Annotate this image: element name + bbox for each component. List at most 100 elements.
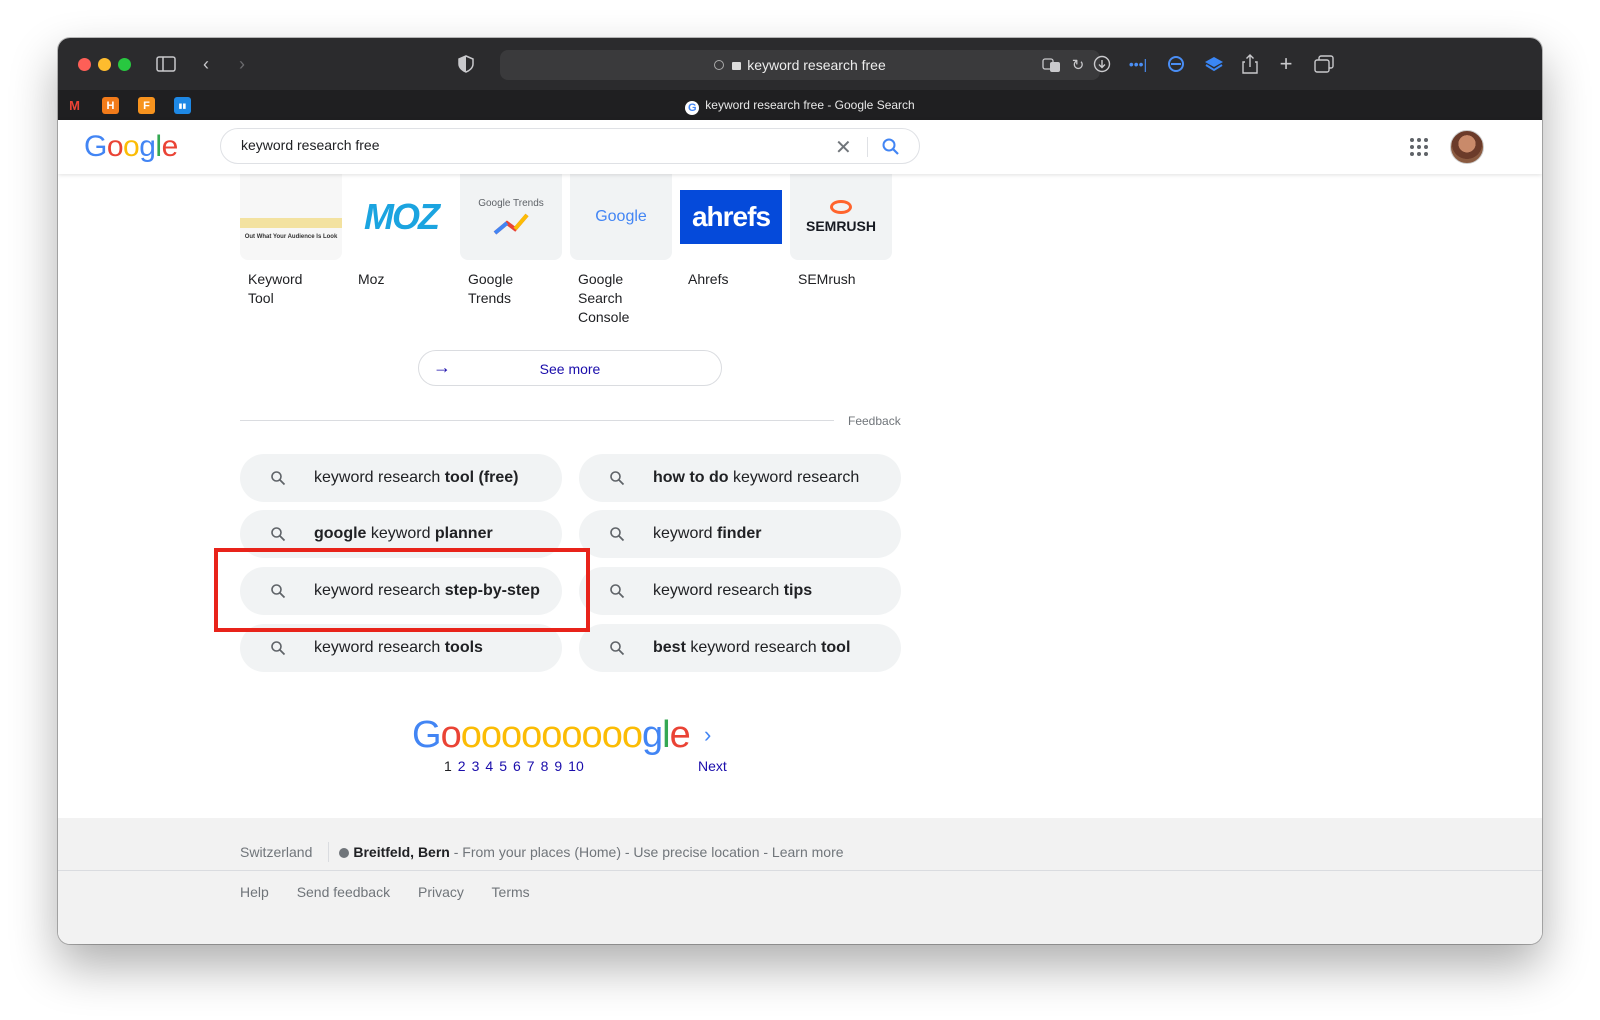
search-icon[interactable] (881, 137, 901, 157)
related-search-item[interactable]: keyword research step-by-step (240, 567, 562, 615)
location-details[interactable]: - From your places (Home) - Use precise … (450, 844, 844, 860)
layers-extension-icon[interactable] (1202, 52, 1226, 76)
tool-card-google-trends[interactable]: Google Trends Google Trends (460, 174, 562, 308)
google-header: Google ✕ (58, 120, 1542, 174)
feedback-link[interactable]: Feedback (848, 414, 901, 428)
page-link-2[interactable]: 2 (458, 758, 466, 774)
country: Switzerland (240, 844, 313, 860)
tab-overview-icon[interactable] (1312, 52, 1336, 76)
page-link-10[interactable]: 10 (568, 758, 584, 774)
pagination-logo: Goooooooooogle (412, 714, 691, 757)
downloads-icon[interactable] (1090, 52, 1114, 76)
tool-card-ahrefs[interactable]: ahrefs Ahrefs (680, 174, 782, 289)
minimize-window-button[interactable] (98, 58, 111, 71)
pagination-logo-letter: o (541, 714, 562, 756)
active-tab[interactable]: Gkeyword research free - Google Search (58, 98, 1542, 115)
page-link-5[interactable]: 5 (499, 758, 507, 774)
google-logo[interactable]: Google (84, 130, 178, 164)
page-link-4[interactable]: 4 (485, 758, 493, 774)
page-link-7[interactable]: 7 (527, 758, 535, 774)
related-search-text: keyword research step-by-step (314, 582, 540, 599)
location-row: Switzerland Breitfeld, Bern - From your p… (240, 842, 844, 862)
back-icon[interactable]: ‹ (194, 52, 218, 76)
search-input[interactable] (241, 137, 801, 153)
avatar[interactable] (1450, 130, 1484, 164)
semrush-flame-icon (830, 200, 852, 214)
password-manager-icon[interactable]: •••| (1126, 52, 1150, 76)
related-search-text: best keyword research tool (653, 639, 851, 656)
translate-icon[interactable] (1040, 53, 1064, 77)
related-search-item[interactable]: best keyword research tool (579, 624, 901, 672)
privacy-shield-icon[interactable] (454, 52, 478, 76)
search-icon (610, 527, 625, 542)
related-search-text: keyword research tools (314, 639, 483, 656)
search-icon (610, 641, 625, 656)
tab-bar: M H F ▮▮ Gkeyword research free - Google… (58, 90, 1542, 120)
page-link-6[interactable]: 6 (513, 758, 521, 774)
pagination-logo-letter: G (412, 714, 442, 756)
reload-icon[interactable]: ↻ (1066, 53, 1090, 77)
extension-icon[interactable] (1164, 52, 1188, 76)
pagination-logo-letter: o (500, 714, 522, 756)
browser-toolbar: ‹ › keyword research free ↻ •••| + (58, 38, 1542, 90)
tool-card-keyword-tool[interactable]: Out What Your Audience Is Look Keyword T… (240, 174, 342, 308)
tool-label: Ahrefs (688, 271, 729, 287)
tool-card-moz[interactable]: MOZ Moz (350, 174, 452, 289)
tool-label: Moz (358, 271, 385, 287)
footer-divider (58, 870, 1542, 871)
sidebar-toggle-icon[interactable] (154, 52, 178, 76)
search-box: ✕ (220, 128, 920, 164)
search-icon (271, 527, 286, 542)
related-search-text: google keyword planner (314, 525, 493, 542)
new-tab-icon[interactable]: + (1274, 51, 1298, 76)
location-name: Breitfeld, Bern (353, 844, 450, 860)
clear-search-icon[interactable]: ✕ (835, 135, 852, 160)
search-divider (867, 137, 868, 157)
related-search-item[interactable]: keyword research tips (579, 567, 901, 615)
pagination-logo-letter: o (601, 714, 623, 756)
google-apps-icon[interactable] (1410, 138, 1428, 156)
see-more-button[interactable]: → See more (418, 350, 722, 386)
logo-letter: e (161, 130, 179, 163)
pagination-logo-letter: o (521, 714, 542, 756)
see-more-label: See more (539, 361, 601, 377)
related-search-item[interactable]: how to do keyword research (579, 454, 901, 502)
footer-link-help[interactable]: Help (240, 884, 269, 900)
tool-label: SEMrush (798, 271, 856, 287)
search-icon (714, 60, 725, 70)
tool-label: Keyword Tool (248, 271, 303, 306)
search-icon (271, 471, 286, 486)
pagination-logo-letter: o (480, 714, 502, 756)
footer-link-privacy[interactable]: Privacy (418, 884, 464, 900)
page-link-3[interactable]: 3 (472, 758, 480, 774)
pagination-logo-letter: e (669, 714, 691, 756)
pagination-pages: 1 2 3 4 5 6 7 8 9 10 (444, 758, 590, 774)
logo-letter: o (123, 130, 140, 163)
tool-label: Google Trends (468, 271, 514, 306)
related-search-item[interactable]: keyword research tools (240, 624, 562, 672)
close-window-button[interactable] (78, 58, 91, 71)
section-divider (240, 420, 834, 421)
maximize-window-button[interactable] (118, 58, 131, 71)
related-search-item[interactable]: google keyword planner (240, 510, 562, 558)
address-text: keyword research free (747, 57, 886, 73)
next-chevron-icon[interactable]: › (704, 722, 711, 748)
pagination-logo-letter: o (460, 714, 482, 756)
next-page-link[interactable]: Next (698, 758, 727, 774)
tool-card-semrush[interactable]: SEMRUSH SEMrush (790, 174, 892, 289)
tool-card-search-console[interactable]: Google Google Search Console (570, 174, 672, 327)
share-icon[interactable] (1238, 52, 1262, 76)
page-link-8[interactable]: 8 (541, 758, 549, 774)
footer-link-send-feedback[interactable]: Send feedback (297, 884, 390, 900)
forward-icon[interactable]: › (230, 52, 254, 76)
related-search-item[interactable]: keyword finder (579, 510, 901, 558)
pagination-logo-letter: l (662, 714, 671, 756)
logo-letter: G (84, 130, 107, 163)
footer-link-terms[interactable]: Terms (492, 884, 530, 900)
pagination-logo-letter: o (440, 714, 462, 756)
semrush-logo: SEMRUSH (805, 218, 876, 234)
trends-thumb-text: Google Trends (478, 197, 544, 209)
page-link-9[interactable]: 9 (554, 758, 562, 774)
related-search-item[interactable]: keyword research tool (free) (240, 454, 562, 502)
address-bar[interactable]: keyword research free ↻ (500, 50, 1100, 80)
